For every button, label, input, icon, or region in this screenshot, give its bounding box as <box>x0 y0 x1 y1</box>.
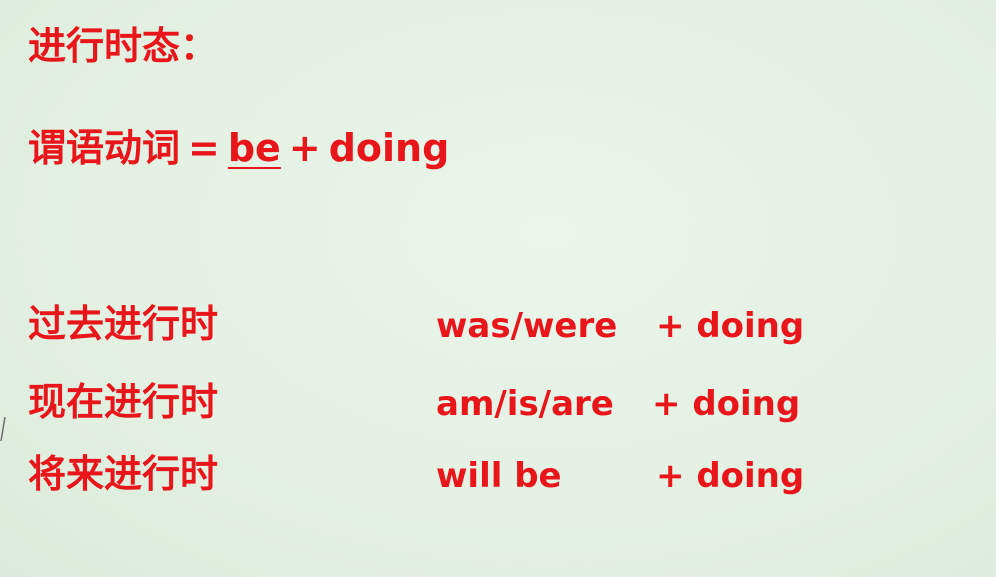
tense-row-past: 过去进行时 was/were + doing <box>0 300 996 352</box>
edge-stroke-mark <box>0 416 6 442</box>
formula-line: 谓语动词 = be + doing <box>28 124 449 172</box>
tense-auxiliary: will be <box>436 456 562 496</box>
tense-name: 将来进行时 <box>28 452 219 496</box>
tense-plus-doing: + doing <box>656 456 805 496</box>
slide-title: 进行时态： <box>28 24 219 68</box>
tense-plus-doing: + doing <box>652 384 801 424</box>
formula-be: be <box>227 126 281 170</box>
tense-name: 现在进行时 <box>28 380 219 424</box>
formula-doing: doing <box>328 126 450 170</box>
formula-equals: = <box>188 126 220 170</box>
tense-name: 过去进行时 <box>28 302 219 346</box>
tense-auxiliary: am/is/are <box>436 384 614 424</box>
tense-row-future: 将来进行时 will be + doing <box>0 450 996 502</box>
tense-auxiliary: was/were <box>436 306 618 346</box>
tense-row-present: 现在进行时 am/is/are + doing <box>0 378 996 430</box>
tense-plus-doing: + doing <box>656 306 805 346</box>
formula-plus: + <box>288 126 321 170</box>
formula-label: 谓语动词 <box>28 126 181 170</box>
slide: 进行时态： 谓语动词 = be + doing 过去进行时 was/were + doi… <box>0 0 996 577</box>
